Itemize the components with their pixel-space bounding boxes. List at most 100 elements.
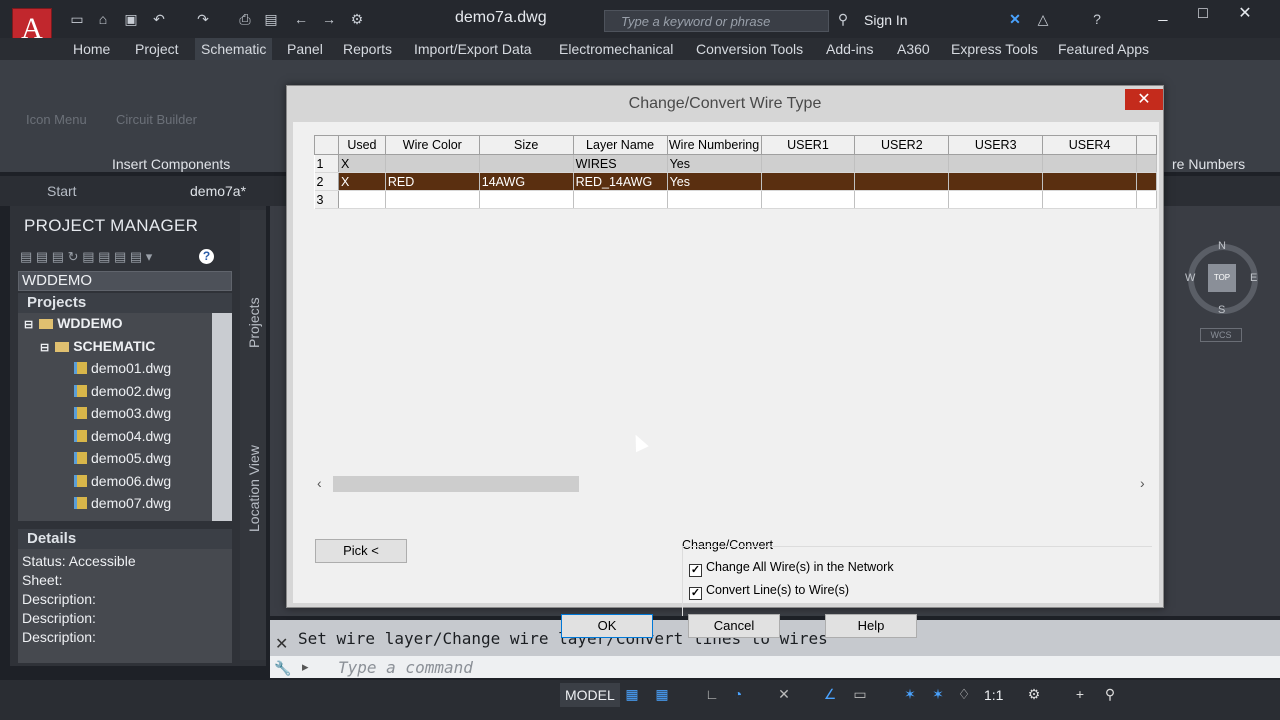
scale-dropdown[interactable]: 1:1 — [984, 687, 1003, 703]
grid-icon[interactable]: ▦ — [624, 686, 640, 702]
settings-icon[interactable]: ⚙ — [348, 11, 366, 27]
pick-button[interactable]: Pick < — [315, 539, 407, 563]
cell-user1[interactable] — [761, 172, 856, 191]
projects-header[interactable]: Projects — [18, 293, 232, 313]
close-icon[interactable]: ✕ — [275, 634, 288, 654]
redo-icon[interactable]: ↷ — [194, 11, 212, 27]
gear-icon[interactable]: ⚙ — [1026, 686, 1042, 702]
table-row[interactable]: 1 X WIRES Yes — [314, 154, 1157, 173]
column-header[interactable]: USER1 — [760, 135, 856, 155]
cell-user4[interactable] — [1042, 190, 1137, 209]
details-header[interactable]: Details — [18, 529, 232, 549]
cell-layer[interactable]: WIRES — [573, 154, 668, 173]
cell-user2[interactable] — [854, 190, 950, 209]
insert-components-panel-label[interactable]: Insert Components — [112, 156, 230, 172]
open-icon[interactable]: ⌂ — [94, 11, 112, 27]
tab-import-export[interactable]: Import/Export Data — [414, 41, 532, 57]
cell-used[interactable]: X — [338, 154, 386, 173]
tab-add-ins[interactable]: Add-ins — [826, 41, 873, 57]
print-icon[interactable]: ⎙ — [236, 11, 254, 27]
wrench-icon[interactable]: 🔧 — [274, 660, 291, 677]
tab-current-drawing[interactable]: demo7a* — [190, 183, 246, 199]
scrollbar-thumb[interactable] — [333, 476, 579, 492]
column-header[interactable]: Used — [337, 135, 386, 155]
viewcube-top[interactable]: TOP — [1208, 264, 1236, 292]
cell-user4[interactable] — [1042, 172, 1137, 191]
wire-numbers-panel-label[interactable]: re Numbers — [1172, 156, 1245, 172]
close-icon[interactable]: ✕ — [1125, 89, 1163, 110]
cell-user4[interactable] — [1042, 154, 1137, 173]
cancel-button[interactable]: Cancel — [688, 614, 780, 638]
cell-numbering[interactable]: Yes — [667, 172, 762, 191]
cell-user2[interactable] — [854, 154, 950, 173]
a360-icon[interactable]: △ — [1034, 11, 1052, 27]
tree-file[interactable]: demo02.dwg — [74, 383, 171, 399]
tab-featured-apps[interactable]: Featured Apps — [1058, 41, 1149, 57]
wcs-menu[interactable]: WCS — [1200, 328, 1242, 342]
cell-size[interactable] — [479, 154, 574, 173]
annoscale-icon[interactable]: ✶ — [930, 686, 946, 702]
cell-user3[interactable] — [948, 190, 1044, 209]
cell-extra[interactable] — [1136, 172, 1157, 191]
tree-file[interactable]: demo04.dwg — [74, 428, 171, 444]
sign-in-link[interactable]: Sign In — [864, 12, 908, 28]
circuit-builder-button[interactable]: Circuit Builder — [116, 112, 197, 127]
column-header[interactable]: Layer Name — [572, 135, 668, 155]
cell-color[interactable] — [385, 190, 480, 209]
search-input[interactable]: Type a keyword or phrase — [604, 10, 829, 32]
polar-icon[interactable]: ◔ — [730, 686, 746, 702]
help-icon[interactable]: ? — [199, 249, 214, 264]
tree-root-node[interactable]: ⊟ WDDEMO — [24, 315, 123, 331]
column-header[interactable]: USER4 — [1042, 135, 1137, 155]
side-tab-projects[interactable]: Projects — [246, 297, 262, 348]
tab-panel[interactable]: Panel — [287, 41, 323, 57]
snap-icon[interactable]: ▦ — [654, 686, 670, 702]
cell-numbering[interactable]: Yes — [667, 154, 762, 173]
tab-conversion-tools[interactable]: Conversion Tools — [696, 41, 803, 57]
tree-scrollbar[interactable] — [212, 313, 232, 521]
cell-layer[interactable] — [573, 190, 668, 209]
tab-start[interactable]: Start — [47, 183, 77, 199]
tab-a360[interactable]: A360 — [897, 41, 930, 57]
column-header[interactable]: USER2 — [854, 135, 950, 155]
cell-used[interactable] — [338, 190, 386, 209]
tree-folder-node[interactable]: ⊟ SCHEMATIC — [40, 338, 155, 354]
plus-icon[interactable]: + — [1072, 686, 1088, 702]
project-select[interactable]: WDDEMO — [18, 271, 232, 291]
convert-lines-checkbox[interactable]: ✓ Convert Line(s) to Wire(s) — [689, 583, 849, 600]
cell-user1[interactable] — [761, 154, 856, 173]
tab-schematic[interactable]: Schematic — [195, 38, 273, 60]
column-header[interactable]: Size — [478, 135, 574, 155]
cell-layer[interactable]: RED_14AWG — [573, 172, 668, 191]
icon-menu-button[interactable]: Icon Menu — [26, 112, 87, 127]
annotation-icon[interactable]: ✶ — [902, 686, 918, 702]
otrack-icon[interactable]: ∠ — [822, 686, 838, 702]
visibility-icon[interactable]: ♢ — [956, 686, 972, 702]
model-space-button[interactable]: MODEL — [560, 683, 620, 707]
cell-extra[interactable] — [1136, 190, 1157, 209]
close-window-icon[interactable]: ✕ — [1232, 5, 1258, 25]
scroll-left-icon[interactable]: ‹ — [317, 475, 322, 491]
tab-electromechanical[interactable]: Electromechanical — [559, 41, 673, 57]
tab-home[interactable]: Home — [73, 41, 110, 57]
scroll-right-icon[interactable]: › — [1140, 475, 1145, 491]
tree-file[interactable]: demo05.dwg — [74, 450, 171, 466]
tree-file[interactable]: demo06.dwg — [74, 473, 171, 489]
minimize-icon[interactable]: _ — [1150, 5, 1176, 25]
tab-project[interactable]: Project — [135, 41, 179, 57]
table-row[interactable]: 3 — [314, 190, 1157, 209]
back-icon[interactable]: ← — [292, 11, 310, 27]
cell-user2[interactable] — [854, 172, 950, 191]
help-icon[interactable]: ? — [1088, 11, 1106, 27]
cell-user3[interactable] — [948, 172, 1044, 191]
ok-button[interactable]: OK — [561, 614, 653, 638]
cell-color[interactable]: RED — [385, 172, 480, 191]
isolate-icon[interactable]: ⚲ — [1102, 686, 1118, 702]
osnap-icon[interactable]: ✕ — [776, 686, 792, 702]
undo-icon[interactable]: ↶ — [150, 11, 168, 27]
wire-type-grid[interactable]: Used Wire Color Size Layer Name Wire Num… — [314, 135, 1157, 209]
save-icon[interactable]: ▣ — [122, 11, 140, 27]
table-row-selected[interactable]: 2 X RED 14AWG RED_14AWG Yes — [314, 172, 1157, 191]
cell-color[interactable] — [385, 154, 480, 173]
cell-numbering[interactable] — [667, 190, 762, 209]
